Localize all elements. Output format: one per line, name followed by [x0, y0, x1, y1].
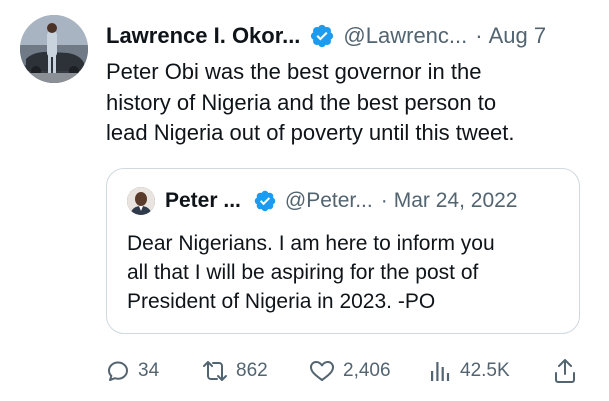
- like-count: 2,406: [343, 360, 391, 381]
- tweet-actions: 34 862 2,406 42.5K: [106, 356, 586, 386]
- retweet-button[interactable]: 862: [202, 356, 268, 386]
- heart-icon: [310, 361, 334, 381]
- retweet-icon: [203, 361, 227, 381]
- tweet-text-line: Peter Obi was the best governor in the: [106, 59, 482, 84]
- author-avatar[interactable]: [20, 15, 88, 83]
- profile-photo-icon: [127, 187, 155, 215]
- quoted-text-line: President of Nigeria in 2023. -PO: [127, 290, 436, 313]
- quoted-text-line: all that I will be aspiring for the post…: [127, 261, 479, 284]
- tweet-date[interactable]: Aug 7: [489, 21, 547, 51]
- reply-button[interactable]: 34: [106, 356, 159, 386]
- quoted-tweet[interactable]: Peter ... @Peter... · Mar 24, 2022 Dear …: [106, 168, 580, 334]
- separator-dot: ·: [380, 189, 388, 212]
- tweet-text-line: lead Nigeria out of poverty until this t…: [106, 120, 515, 145]
- quoted-author-name[interactable]: Peter ...: [165, 187, 241, 215]
- author-name[interactable]: Lawrence I. Okor...: [106, 21, 300, 51]
- quoted-tweet-date[interactable]: Mar 24, 2022: [394, 187, 518, 215]
- reply-count: 34: [138, 360, 160, 381]
- share-button[interactable]: [553, 356, 577, 386]
- views-count: 42.5K: [460, 360, 510, 381]
- views-button[interactable]: 42.5K: [428, 356, 510, 386]
- separator-dot: ·: [475, 23, 483, 48]
- tweet-header: Lawrence I. Okor... @Lawrenc... · Aug 7: [106, 21, 546, 51]
- tweet-text-line: history of Nigeria and the best person t…: [106, 89, 497, 115]
- quoted-author-avatar[interactable]: [127, 187, 155, 215]
- verified-badge-icon: [253, 189, 277, 213]
- tweet[interactable]: Lawrence I. Okor... @Lawrenc... · Aug 7 …: [0, 0, 609, 401]
- quoted-author-handle[interactable]: @Peter...: [285, 187, 373, 215]
- quoted-tweet-text: Dear Nigerians. I am here to inform you …: [127, 229, 495, 316]
- reply-icon: [108, 361, 128, 381]
- retweet-count: 862: [236, 360, 268, 381]
- share-icon: [555, 359, 575, 383]
- profile-photo-icon: [20, 15, 88, 83]
- tweet-text: Peter Obi was the best governor in the h…: [106, 57, 586, 149]
- author-handle[interactable]: @Lawrenc...: [343, 21, 467, 51]
- verified-badge-icon: [309, 23, 335, 49]
- quoted-text-line: Dear Nigerians. I am here to inform you: [127, 232, 495, 255]
- views-chart-icon: [431, 362, 450, 381]
- like-button[interactable]: 2,406: [309, 356, 391, 386]
- quoted-tweet-header: Peter ... @Peter... · Mar 24, 2022: [127, 187, 517, 215]
